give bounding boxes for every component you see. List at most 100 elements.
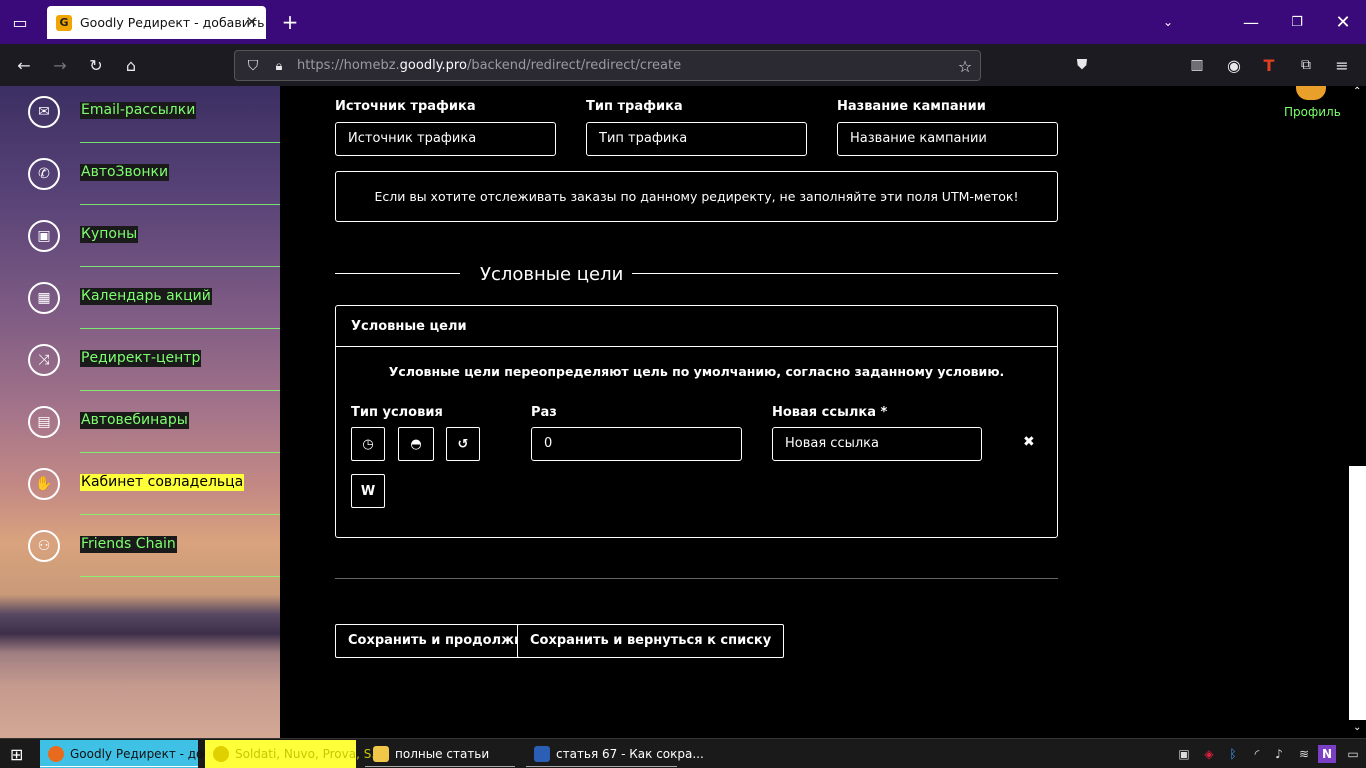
bookmark-star-icon[interactable]: ☆ xyxy=(953,54,977,78)
reader-view-icon[interactable]: ▥ xyxy=(1185,53,1209,77)
calendar-icon: ▦ xyxy=(28,282,60,314)
divider xyxy=(80,514,280,515)
forward-icon[interactable]: → xyxy=(48,53,72,77)
firefox-icon xyxy=(48,746,64,762)
windows-start-icon[interactable]: ⊞ xyxy=(10,745,23,764)
condition-type-label: Тип условия xyxy=(351,405,443,420)
campaign-input[interactable]: Название кампании xyxy=(837,122,1058,156)
url-text: https://homebz.goodly.pro/backend/redire… xyxy=(297,58,682,73)
sidebar: ✉ Email-рассылки ✆ АвтоЗвонки ▣ Купоны ▦… xyxy=(0,86,280,738)
lock-icon[interactable]: 🔒︎ xyxy=(267,54,291,78)
back-icon[interactable]: ← xyxy=(12,53,36,77)
divider xyxy=(80,142,280,143)
times-label: Раз xyxy=(531,405,557,420)
scroll-up-icon[interactable]: ⌃ xyxy=(1353,86,1361,97)
restore-icon[interactable]: ❐ xyxy=(1282,7,1312,37)
section-divider-right xyxy=(632,273,1058,274)
tab-list-icon[interactable]: ▭ xyxy=(5,7,35,37)
main-content: Источник трафика Источник трафика Тип тр… xyxy=(280,86,1350,738)
sidebar-item-email[interactable]: ✉ Email-рассылки xyxy=(0,90,280,152)
bluetooth-icon[interactable]: ᛒ xyxy=(1224,745,1242,763)
goals-panel: Условные цели Условные цели переопределя… xyxy=(335,305,1058,538)
volume-icon[interactable]: ♪ xyxy=(1270,745,1288,763)
coupon-icon: ▣ xyxy=(28,220,60,252)
notes-app-icon[interactable]: N xyxy=(1318,745,1336,763)
section-title: Условные цели xyxy=(480,264,624,285)
dashboard-icon[interactable]: ◓ xyxy=(398,427,434,461)
w-button[interactable]: W xyxy=(351,474,385,508)
sidebar-item-autocalls[interactable]: ✆ АвтоЗвонки xyxy=(0,152,280,214)
taskbar-item-label: полные статьи xyxy=(395,747,490,761)
sidebar-item-redirect[interactable]: ⤨ Редирект-центр xyxy=(0,338,280,400)
phone-icon: ✆ xyxy=(28,158,60,190)
taskbar: ⊞ Goodly Редирект - доб... Soldati, Nuvo… xyxy=(0,738,1366,768)
divider xyxy=(80,204,280,205)
save-return-button[interactable]: Сохранить и вернуться к списку xyxy=(517,624,785,658)
winamp-icon[interactable]: ≋ xyxy=(1295,745,1313,763)
handshake-icon: ✋ xyxy=(28,468,60,500)
account-icon[interactable]: ◉ xyxy=(1222,53,1246,77)
sidebar-item-coowner[interactable]: ✋ Кабинет совладельца xyxy=(0,462,280,524)
new-tab-icon[interactable]: + xyxy=(275,7,305,37)
taskbar-item-firefox[interactable]: Goodly Редирект - доб... xyxy=(40,740,222,768)
goals-description: Условные цели переопределяют цель по умо… xyxy=(388,364,1005,379)
utm-notice: Если вы хотите отслеживать заказы по дан… xyxy=(335,171,1058,222)
taskbar-item-music[interactable]: Soldati, Nuvo, Prova, S... xyxy=(205,740,383,768)
media-player-icon xyxy=(213,746,229,762)
history-icon[interactable]: ↺ xyxy=(446,427,480,461)
network-alert-icon[interactable]: ▣ xyxy=(1175,745,1193,763)
clock-icon[interactable]: ◷ xyxy=(351,427,385,461)
goodly-favicon: G xyxy=(56,14,72,31)
type-label: Тип трафика xyxy=(586,99,683,114)
type-input[interactable]: Тип трафика xyxy=(586,122,807,156)
divider xyxy=(80,328,280,329)
menu-icon[interactable]: ≡ xyxy=(1330,53,1354,77)
folder-icon xyxy=(373,746,389,762)
form-divider xyxy=(335,578,1058,579)
friends-icon: ⚇ xyxy=(28,530,60,562)
shuffle-icon: ⤨ xyxy=(28,344,60,376)
browser-tab[interactable]: G Goodly Редирект - добавить ✕ xyxy=(47,6,266,39)
scroll-down-icon[interactable]: ⌄ xyxy=(1353,722,1361,733)
url-bar[interactable]: ⛉ 🔒︎ https://homebz.goodly.pro/backend/r… xyxy=(234,50,981,81)
sidebar-item-label: Кабинет совладельца xyxy=(80,474,245,491)
campaign-label: Название кампании xyxy=(837,99,986,114)
sidebar-item-friends-chain[interactable]: ⚇ Friends Chain xyxy=(0,524,280,586)
webinar-icon: ▤ xyxy=(28,406,60,438)
profile-link[interactable]: Профиль xyxy=(1284,105,1341,119)
taskbar-item-word[interactable]: статья 67 - Как сокра... xyxy=(526,740,704,768)
reload-icon[interactable]: ↻ xyxy=(84,53,108,77)
times-input[interactable]: 0 xyxy=(531,427,742,461)
sidebar-item-label: АвтоЗвонки xyxy=(80,164,170,181)
source-input[interactable]: Источник трафика xyxy=(335,122,556,156)
active-indicator xyxy=(40,766,198,767)
taskbar-item-label: статья 67 - Как сокра... xyxy=(556,747,704,761)
new-link-input[interactable]: Новая ссылка xyxy=(772,427,982,461)
home-icon[interactable]: ⌂ xyxy=(119,53,143,77)
sidebar-item-coupons[interactable]: ▣ Купоны xyxy=(0,214,280,276)
taskbar-item-label: Goodly Редирект - доб... xyxy=(70,747,223,761)
close-window-icon[interactable]: ✕ xyxy=(1328,7,1358,37)
taskbar-item-label: Soldati, Nuvo, Prova, S... xyxy=(235,747,383,761)
sidebar-item-calendar[interactable]: ▦ Календарь акций xyxy=(0,276,280,338)
shield-icon[interactable]: ⛉ xyxy=(241,54,265,78)
extensions-icon[interactable]: ⧉ xyxy=(1294,53,1318,77)
sidebar-item-webinars[interactable]: ▤ Автовебинары xyxy=(0,400,280,462)
scroll-thumb[interactable] xyxy=(1349,466,1366,720)
sidebar-item-label: Email-рассылки xyxy=(80,102,197,119)
divider xyxy=(80,576,280,577)
sidebar-item-label: Редирект-центр xyxy=(80,350,202,367)
taskbar-item-folder[interactable]: полные статьи xyxy=(365,740,515,768)
notifications-icon[interactable]: ▭ xyxy=(1344,745,1362,763)
wifi-icon[interactable]: ◜ xyxy=(1248,745,1266,763)
divider xyxy=(80,390,280,391)
section-divider-left xyxy=(335,273,460,274)
remove-condition-icon[interactable]: ✖ xyxy=(1023,434,1035,450)
chevron-down-icon[interactable]: ⌄ xyxy=(1153,7,1183,37)
extension-t-icon[interactable]: T xyxy=(1257,53,1281,77)
sidebar-item-label: Friends Chain xyxy=(80,536,177,553)
app-tray-icon[interactable]: ◈ xyxy=(1200,745,1218,763)
minimize-icon[interactable]: — xyxy=(1236,7,1266,37)
tab-close-icon[interactable]: ✕ xyxy=(245,13,258,31)
pocket-icon[interactable]: ⛊ xyxy=(1070,53,1094,77)
